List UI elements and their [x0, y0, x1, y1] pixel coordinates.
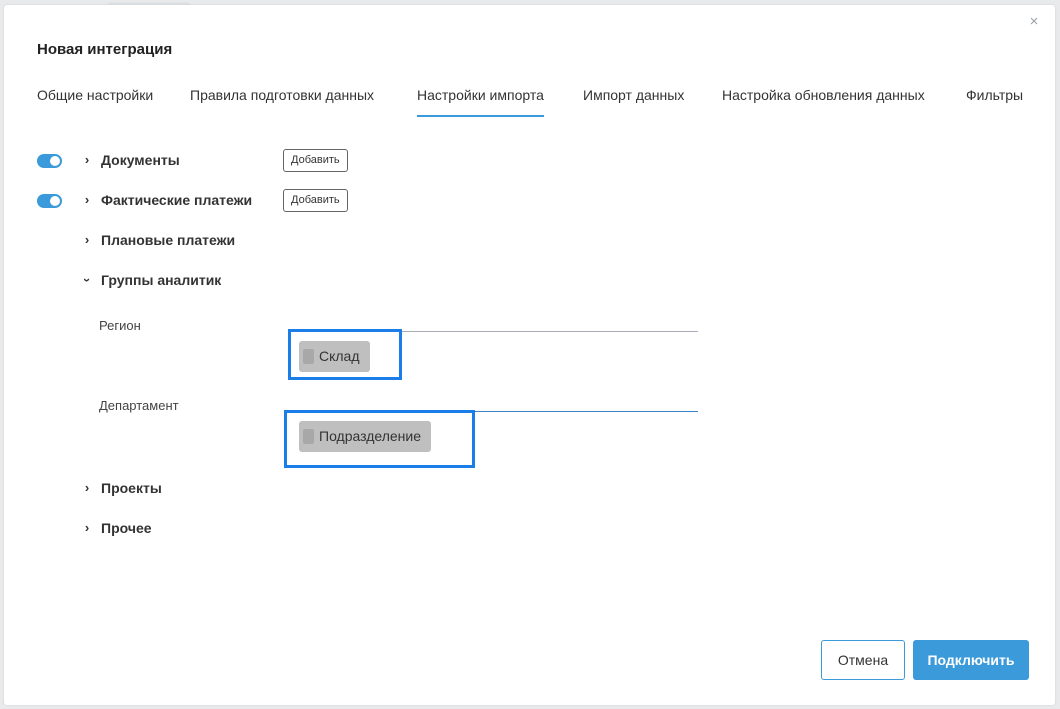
actual-payments-toggle[interactable]: [37, 194, 62, 208]
cancel-button[interactable]: Отмена: [821, 640, 905, 680]
section-label: Проекты: [101, 480, 162, 496]
chevron-down-icon[interactable]: ›: [79, 274, 95, 286]
tab-data-update-settings[interactable]: Настройка обновления данных: [722, 87, 925, 115]
section-label: Документы: [101, 152, 180, 168]
chip-label: Подразделение: [319, 428, 422, 444]
add-documents-button[interactable]: Добавить: [283, 149, 348, 172]
document-icon: [303, 429, 314, 444]
department-label: Департамент: [99, 398, 179, 413]
region-label: Регион: [99, 318, 141, 333]
section-label: Прочее: [101, 520, 152, 536]
region-chip[interactable]: Склад: [299, 341, 370, 372]
section-documents: › Документы Добавить: [37, 149, 737, 173]
tab-general-settings[interactable]: Общие настройки: [37, 87, 153, 115]
department-chip[interactable]: Подразделение: [299, 421, 432, 452]
section-other: › Прочее: [37, 517, 737, 541]
documents-toggle[interactable]: [37, 154, 62, 168]
new-integration-dialog: × Новая интеграция Общие настройки Прави…: [4, 5, 1055, 705]
chevron-right-icon[interactable]: ›: [81, 232, 93, 248]
dialog-title: Новая интеграция: [37, 41, 173, 58]
add-actual-payments-button[interactable]: Добавить: [283, 189, 348, 212]
chevron-right-icon[interactable]: ›: [81, 480, 93, 496]
region-field-underline[interactable]: [399, 331, 698, 332]
section-planned-payments: › Плановые платежи: [37, 229, 737, 253]
tab-data-preparation-rules[interactable]: Правила подготовки данных: [190, 87, 374, 115]
tab-filters[interactable]: Фильтры: [966, 87, 1023, 115]
close-icon[interactable]: ×: [1027, 14, 1041, 29]
section-label: Группы аналитик: [101, 272, 222, 288]
section-label: Фактические платежи: [101, 192, 253, 208]
tab-data-import[interactable]: Импорт данных: [583, 87, 684, 115]
chevron-right-icon[interactable]: ›: [81, 192, 93, 208]
section-projects: › Проекты: [37, 477, 737, 501]
section-actual-payments: › Фактические платежи Добавить: [37, 189, 737, 213]
document-icon: [303, 349, 314, 364]
tab-import-settings[interactable]: Настройки импорта: [417, 87, 544, 117]
section-analytics-groups: › Группы аналитик: [37, 269, 737, 293]
section-label: Плановые платежи: [101, 232, 236, 248]
chevron-right-icon[interactable]: ›: [81, 152, 93, 168]
chip-label: Склад: [319, 348, 360, 364]
chevron-right-icon[interactable]: ›: [81, 520, 93, 536]
department-field-underline[interactable]: [399, 411, 698, 412]
connect-button[interactable]: Подключить: [913, 640, 1029, 680]
